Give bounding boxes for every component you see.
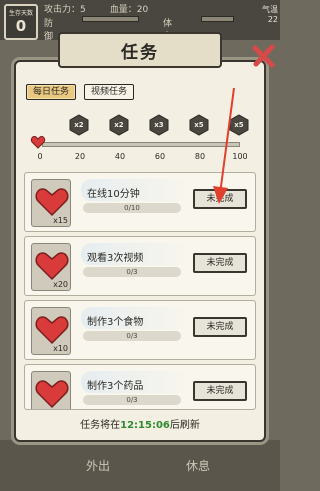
task-progress-text: 0/3 [126, 396, 138, 404]
reward-count: x10 [53, 344, 68, 353]
task-title: 在线10分钟 [87, 189, 140, 200]
refresh-suffix: 后刷新 [169, 420, 200, 431]
task-row: x20 观看3次视频 0/3 未完成 [24, 236, 256, 296]
reward-count: x10 [53, 408, 68, 409]
tutorial-arrow-icon [213, 87, 235, 204]
task-title: 观看3次视频 [87, 253, 144, 264]
rest-button[interactable]: 休息 [170, 456, 226, 476]
heart-icon [30, 136, 46, 149]
chest-reward: x5 [194, 121, 204, 129]
close-icon[interactable] [251, 43, 277, 69]
chest-reward: x2 [114, 121, 124, 129]
chest-reward: x2 [74, 121, 84, 129]
milestone-chest-40[interactable]: x2 [109, 114, 129, 136]
tick-label: 40 [114, 152, 126, 161]
survival-days-label: 生存天数 [8, 10, 33, 17]
reward-icon-box: x10 [31, 371, 71, 409]
task-status-button[interactable]: 未完成 [193, 317, 247, 337]
stamina-label: 体力 [163, 19, 173, 42]
reward-count: x15 [53, 216, 68, 225]
weather-label: 气温 [262, 5, 278, 14]
task-title: 制作3个药品 [87, 381, 144, 392]
tab-daily-tasks[interactable]: 每日任务 [26, 84, 77, 100]
milestone-chest-60[interactable]: x3 [149, 114, 169, 136]
weather-display: 气温 22 [240, 4, 278, 36]
reward-icon-box: x10 [31, 307, 71, 355]
close-button[interactable] [250, 42, 278, 70]
heart-reward-icon [35, 316, 69, 345]
refresh-prefix: 任务将在 [80, 420, 121, 431]
tick-label: 20 [74, 152, 86, 161]
task-title: 制作3个食物 [87, 317, 144, 328]
task-tabs: 每日任务 视频任务 [26, 84, 135, 100]
panel-title: 任务 [121, 42, 159, 63]
milestone-chest-80[interactable]: x5 [189, 114, 209, 136]
task-row: x10 制作3个药品 0/3 未完成 [24, 364, 256, 410]
tick-label: 0 [37, 152, 43, 161]
reward-icon-box: x20 [31, 243, 71, 291]
weather-value: 22 [267, 15, 278, 24]
refresh-timer: 任务将在12:15:06后刷新 [0, 416, 280, 431]
blood-stat: 血量：20 [109, 5, 149, 15]
survival-days-value: 0 [15, 17, 27, 35]
task-status-button[interactable]: 未完成 [193, 253, 247, 273]
task-progress-text: 0/3 [126, 268, 138, 276]
attack-stat: 攻击力：5 [44, 5, 86, 15]
reward-count: x20 [53, 280, 68, 289]
chest-reward: x3 [154, 121, 164, 129]
survival-days-box: 生存天数 0 [4, 4, 38, 40]
heart-reward-icon [35, 380, 69, 409]
title-banner: 任务 [58, 32, 222, 68]
refresh-time: 12:15:06 [120, 420, 170, 431]
task-progress-text: 0/10 [124, 204, 140, 212]
heart-reward-icon [35, 188, 69, 217]
milestone-chest-20[interactable]: x2 [69, 114, 89, 136]
tick-label: 80 [194, 152, 206, 161]
task-status-button[interactable]: 未完成 [193, 381, 247, 401]
task-row: x10 制作3个食物 0/3 未完成 [24, 300, 256, 360]
stamina-bar [201, 16, 234, 22]
defense-bar [82, 16, 140, 22]
task-progress-text: 0/3 [126, 332, 138, 340]
tab-video-tasks[interactable]: 视频任务 [84, 84, 135, 100]
heart-reward-icon [35, 252, 69, 281]
bottom-bar-background [0, 440, 280, 491]
reward-icon-box: x15 [31, 179, 71, 227]
tick-label: 60 [154, 152, 166, 161]
defense-label: 防御 [44, 19, 54, 42]
go-out-button[interactable]: 外出 [70, 456, 126, 476]
